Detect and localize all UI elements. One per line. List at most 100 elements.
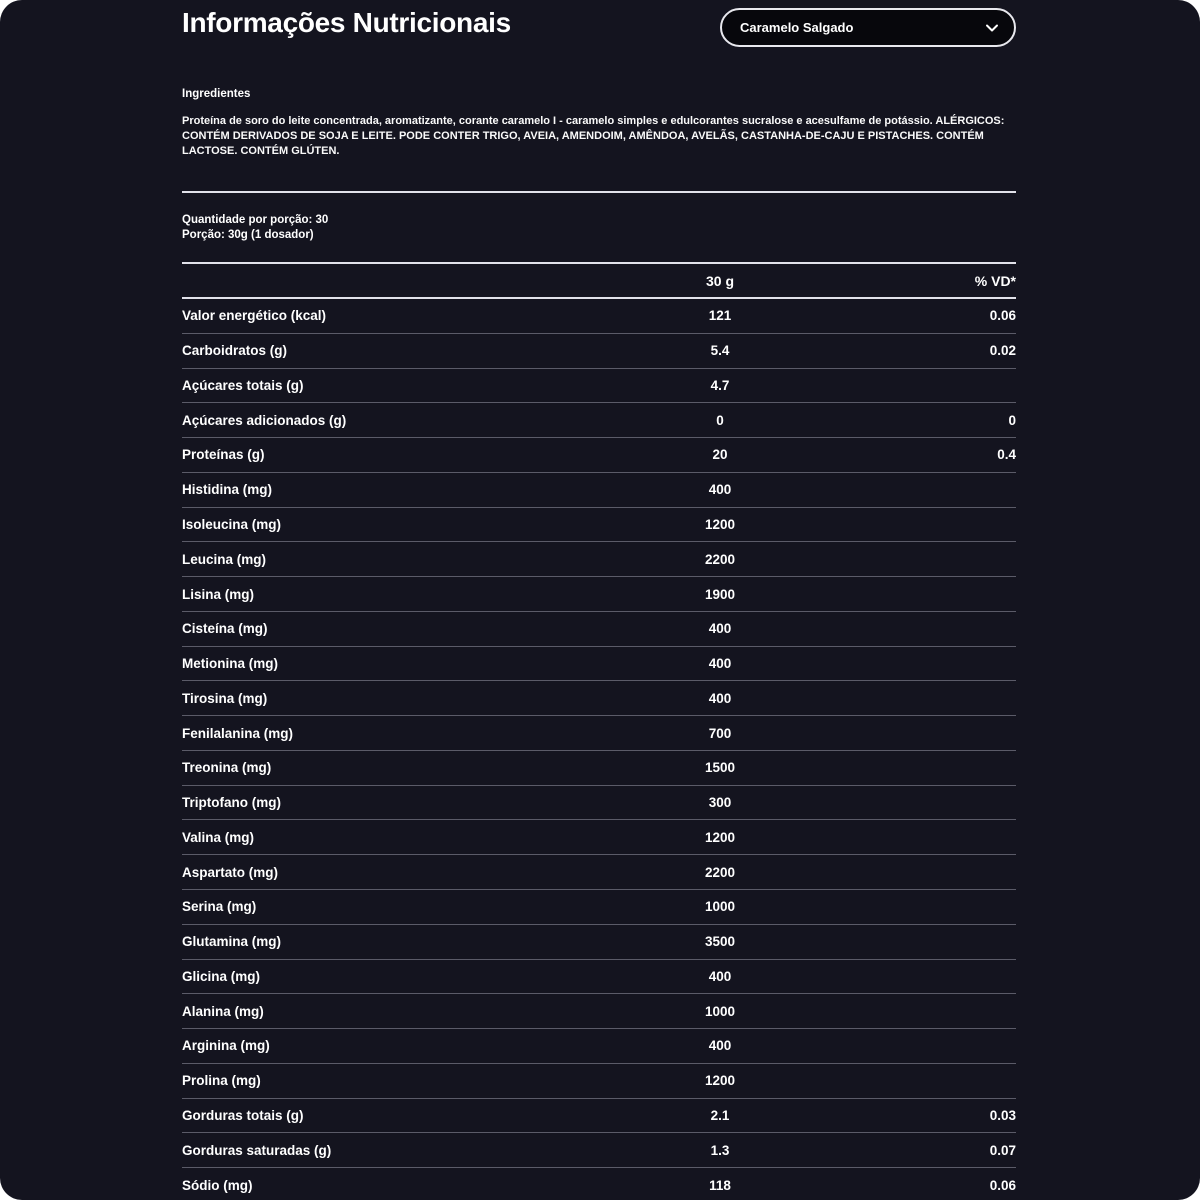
table-row: Histidina (mg)400 — [182, 473, 1016, 508]
row-dv: 0.03 — [805, 1108, 1016, 1123]
row-label: Açúcares totais (g) — [182, 378, 635, 393]
row-amount: 118 — [635, 1178, 805, 1193]
table-row: Serina (mg)1000 — [182, 890, 1016, 925]
row-label: Arginina (mg) — [182, 1038, 635, 1053]
serving-portion: Porção: 30g (1 dosador) — [182, 228, 1016, 243]
row-label: Sódio (mg) — [182, 1178, 635, 1193]
table-header: 30 g % VD* — [182, 264, 1016, 297]
row-dv: 0.4 — [805, 447, 1016, 462]
table-row: Alanina (mg)1000 — [182, 994, 1016, 1029]
row-amount: 2.1 — [635, 1108, 805, 1123]
row-amount: 400 — [635, 621, 805, 636]
nutrition-panel: Informações Nutricionais Caramelo Salgad… — [0, 0, 1200, 1200]
row-label: Serina (mg) — [182, 899, 635, 914]
row-amount: 1200 — [635, 517, 805, 532]
row-label: Fenilalanina (mg) — [182, 726, 635, 741]
row-dv: 0.06 — [805, 308, 1016, 323]
table-row: Açúcares adicionados (g)00 — [182, 403, 1016, 438]
row-amount: 1000 — [635, 899, 805, 914]
page-title: Informações Nutricionais — [182, 7, 511, 39]
row-dv: 0 — [805, 413, 1016, 428]
row-amount: 2200 — [635, 552, 805, 567]
row-label: Açúcares adicionados (g) — [182, 413, 635, 428]
header: Informações Nutricionais Caramelo Salgad… — [182, 7, 1016, 47]
table-row: Glutamina (mg)3500 — [182, 925, 1016, 960]
row-label: Cisteína (mg) — [182, 621, 635, 636]
row-label: Isoleucina (mg) — [182, 517, 635, 532]
row-label: Aspartato (mg) — [182, 865, 635, 880]
row-label: Alanina (mg) — [182, 1004, 635, 1019]
row-amount: 2200 — [635, 865, 805, 880]
ingredients-text: Proteína de soro do leite concentrada, a… — [182, 114, 1016, 159]
row-amount: 300 — [635, 795, 805, 810]
row-label: Glutamina (mg) — [182, 934, 635, 949]
table-header-amount: 30 g — [635, 273, 805, 289]
row-label: Tirosina (mg) — [182, 691, 635, 706]
row-label: Histidina (mg) — [182, 482, 635, 497]
row-label: Carboidratos (g) — [182, 343, 635, 358]
table-row: Fenilalanina (mg)700 — [182, 716, 1016, 751]
table-row: Açúcares totais (g)4.7 — [182, 369, 1016, 404]
row-label: Prolina (mg) — [182, 1073, 635, 1088]
row-amount: 400 — [635, 969, 805, 984]
table-row: Aspartato (mg)2200 — [182, 855, 1016, 890]
row-label: Valina (mg) — [182, 830, 635, 845]
row-amount: 0 — [635, 413, 805, 428]
row-amount: 1200 — [635, 830, 805, 845]
row-dv: 0.02 — [805, 343, 1016, 358]
row-label: Gorduras totais (g) — [182, 1108, 635, 1123]
divider — [182, 191, 1016, 193]
table-row: Proteínas (g)200.4 — [182, 438, 1016, 473]
row-label: Gorduras saturadas (g) — [182, 1143, 635, 1158]
serving-quantity: Quantidade por porção: 30 — [182, 213, 1016, 228]
row-label: Metionina (mg) — [182, 656, 635, 671]
row-amount: 3500 — [635, 934, 805, 949]
table-row: Tirosina (mg)400 — [182, 681, 1016, 716]
row-label: Proteínas (g) — [182, 447, 635, 462]
table-row: Prolina (mg)1200 — [182, 1064, 1016, 1099]
table-row: Valor energético (kcal)1210.06 — [182, 299, 1016, 334]
row-dv: 0.06 — [805, 1178, 1016, 1193]
table-row: Leucina (mg)2200 — [182, 542, 1016, 577]
table-header-dv: % VD* — [805, 273, 1016, 289]
serving-info: Quantidade por porção: 30 Porção: 30g (1… — [182, 213, 1016, 243]
nutrition-content: Informações Nutricionais Caramelo Salgad… — [182, 0, 1016, 1200]
ingredients-heading: Ingredientes — [182, 88, 1016, 100]
row-amount: 1200 — [635, 1073, 805, 1088]
table-row: Gorduras saturadas (g)1.30.07 — [182, 1133, 1016, 1168]
row-label: Treonina (mg) — [182, 760, 635, 775]
table-row: Valina (mg)1200 — [182, 820, 1016, 855]
row-amount: 4.7 — [635, 378, 805, 393]
table-row: Treonina (mg)1500 — [182, 751, 1016, 786]
table-row: Carboidratos (g)5.40.02 — [182, 334, 1016, 369]
row-label: Lisina (mg) — [182, 587, 635, 602]
row-label: Glicina (mg) — [182, 969, 635, 984]
table-row: Sódio (mg)1180.06 — [182, 1168, 1016, 1200]
table-row: Lisina (mg)1900 — [182, 577, 1016, 612]
flavor-select[interactable]: Caramelo Salgado — [720, 8, 1016, 47]
row-amount: 121 — [635, 308, 805, 323]
row-amount: 1.3 — [635, 1143, 805, 1158]
table-row: Gorduras totais (g)2.10.03 — [182, 1099, 1016, 1134]
table-row: Metionina (mg)400 — [182, 647, 1016, 682]
table-row: Arginina (mg)400 — [182, 1029, 1016, 1064]
row-amount: 400 — [635, 691, 805, 706]
row-amount: 1000 — [635, 1004, 805, 1019]
row-amount: 400 — [635, 482, 805, 497]
table-row: Isoleucina (mg)1200 — [182, 508, 1016, 543]
table-row: Cisteína (mg)400 — [182, 612, 1016, 647]
row-amount: 20 — [635, 447, 805, 462]
row-amount: 1900 — [635, 587, 805, 602]
row-label: Leucina (mg) — [182, 552, 635, 567]
flavor-select-value: Caramelo Salgado — [740, 20, 853, 35]
row-amount: 400 — [635, 1038, 805, 1053]
row-amount: 1500 — [635, 760, 805, 775]
row-label: Valor energético (kcal) — [182, 308, 635, 323]
table-row: Glicina (mg)400 — [182, 960, 1016, 995]
row-amount: 400 — [635, 656, 805, 671]
row-label: Triptofano (mg) — [182, 795, 635, 810]
table-row: Triptofano (mg)300 — [182, 786, 1016, 821]
row-amount: 5.4 — [635, 343, 805, 358]
chevron-down-icon — [984, 20, 1000, 36]
row-amount: 700 — [635, 726, 805, 741]
